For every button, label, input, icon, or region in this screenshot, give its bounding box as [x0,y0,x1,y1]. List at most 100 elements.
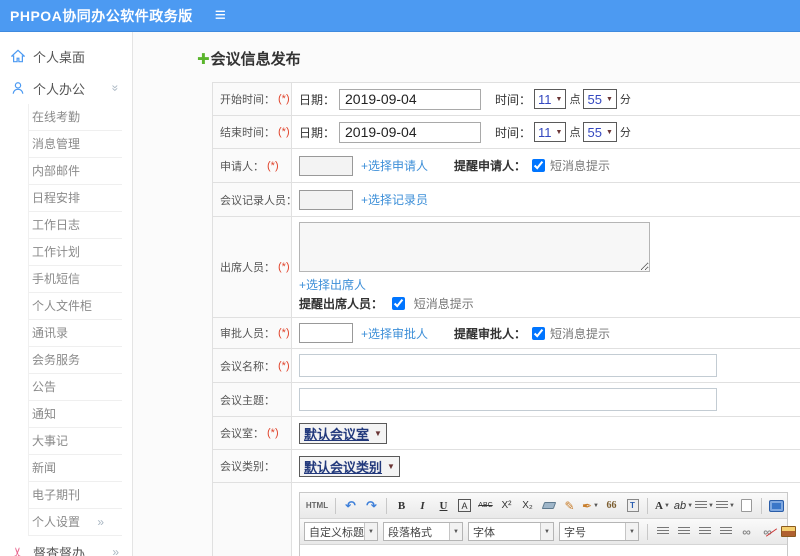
paragraph-format-select[interactable]: 段落格式 ▼ [383,522,463,541]
meeting-topic-input[interactable] [299,388,717,411]
applicant-sms-checkbox[interactable] [532,159,546,172]
sidebar-subitem-schedule[interactable]: 日程安排 [29,185,122,212]
sidebar-item-label: 督查督办 [33,545,86,556]
form-row-meeting-name: 会议名称： (*) [213,349,800,383]
form-row-meeting-topic: 会议主题： [213,383,800,417]
sidebar-item-personal-office[interactable]: 个人办公 » [0,72,132,104]
page-title: ✚ 会议信息发布 [197,48,800,69]
subscript-button[interactable]: X₂ [518,497,537,515]
font-size-select[interactable]: 字号 ▼ [559,522,639,541]
sidebar-subitem-work-log[interactable]: 工作日志 [29,212,122,239]
sidebar-subitem-work-plan[interactable]: 工作计划 [29,239,122,266]
sidebar-subitem-memorabilia[interactable]: 大事记 [29,428,122,455]
bold-button[interactable]: B [392,497,411,515]
sidebar-subitem-notice[interactable]: 通知 [29,401,122,428]
undo-button[interactable]: ↶ [341,497,360,515]
page-title-text: 会议信息发布 [210,51,301,68]
remind-approver-label: 提醒审批人： [454,326,527,341]
meeting-room-select[interactable]: 默认会议室 ▼ [299,422,387,444]
format-painter-icon[interactable]: ✎ [560,497,579,515]
align-right-icon[interactable] [695,523,714,541]
select-applicant-link[interactable]: +选择申请人 [361,157,428,174]
align-center-icon[interactable] [674,523,693,541]
remove-format-eraser-icon[interactable] [539,497,558,515]
sidebar-subitem-file-cabinet[interactable]: 个人文件柜 [29,293,122,320]
approver-sms-checkbox[interactable] [532,326,546,340]
ordered-list-button[interactable]: ▼ [695,497,714,515]
sidebar-subitem-announcement[interactable]: 公告 [29,374,122,401]
hour-suffix: 点 [569,127,581,139]
auto-typeset-icon[interactable]: ✒ ▼ [581,497,600,515]
insert-image-icon[interactable] [779,523,798,541]
custom-title-select[interactable]: 自定义标题 ▼ [304,522,378,541]
date-label: 日期： [299,125,336,140]
select-approver-link[interactable]: +选择审批人 [361,325,428,342]
italic-button[interactable]: I [413,497,432,515]
editor-content-area[interactable] [300,545,787,556]
scissors-icon: ✂ [9,546,26,556]
font-color-button[interactable]: A ▼ [653,497,672,515]
app-header: PHPOA协同办公软件政务版 ≡ [0,0,800,32]
chevron-right-icon: » [112,545,119,556]
select-attendees-link[interactable]: +选择出席人 [299,276,366,293]
unordered-list-button[interactable]: ▼ [716,497,735,515]
superscript-button[interactable]: X² [497,497,516,515]
sidebar-subitem-personal-settings[interactable]: 个人设置 » [29,509,122,536]
meeting-category-select[interactable]: 默认会议类别 ▼ [299,455,400,477]
select-recorder-link[interactable]: +选择记录员 [361,191,428,208]
recorder-input[interactable] [299,189,353,210]
underline-button[interactable]: U [434,497,453,515]
sidebar: 个人桌面 个人办公 » 在线考勤 消息管理 内部邮件 日程安排 工作日志 工作计… [0,32,133,556]
minute-suffix: 分 [619,94,631,106]
strikethrough-button[interactable]: ABC [476,497,495,515]
sidebar-subitem-contacts[interactable]: 通讯录 [29,320,122,347]
sidebar-subitem-meeting-service[interactable]: 会务服务 [29,347,122,374]
sidebar-subitem-attendance[interactable]: 在线考勤 [29,104,122,131]
char-border-button[interactable]: A [455,497,474,515]
sidebar-item-label: 个人办公 [33,81,86,97]
sidebar-item-supervision[interactable]: ✂ 督查督办 » [0,536,132,556]
remind-attendees-label: 提醒出席人员： [299,297,384,311]
form-row-meeting-category: 会议类别： 默认会议类别 ▼ [213,450,800,483]
remove-link-icon[interactable]: ∞ [758,523,777,541]
sidebar-subitem-e-journal[interactable]: 电子期刊 [29,482,122,509]
meeting-form: 开始时间：(*) 日期： 时间： 11▼ 点 55▼ 分 结束时间：(*) [212,82,800,556]
field-label: 会议室： (*) [213,417,292,449]
align-justify-icon[interactable] [716,523,735,541]
sidebar-item-personal-desktop[interactable]: 个人桌面 [0,40,132,72]
start-date-input[interactable] [339,88,482,110]
sidebar-subitem-internal-mail[interactable]: 内部邮件 [29,158,122,185]
start-hour-select[interactable]: 11 ▼ [534,89,567,109]
field-label: 会议名称： (*) [213,349,292,382]
end-date-input[interactable] [339,121,482,143]
new-page-icon[interactable] [737,497,756,515]
form-row-recorder: 会议记录人员：(*) +选择记录员 [213,183,800,217]
hamburger-menu-icon[interactable]: ≡ [215,6,226,25]
sidebar-subitem-sms[interactable]: 手机短信 [29,266,122,293]
form-row-content-editor: HTML ↶ ↷ B I U A ABC X² X₂ ✎ ✒ ▼ 66 T A … [213,483,800,556]
insert-link-icon[interactable]: ∞ [737,523,756,541]
blockquote-button[interactable]: 66 [602,497,621,515]
field-label: 审批人员： (*) [213,318,292,348]
sidebar-subitem-news[interactable]: 新闻 [29,455,122,482]
meeting-name-input[interactable] [299,354,717,377]
select-arrow-icon: ▼ [364,523,377,540]
attendees-textarea[interactable] [299,222,650,272]
align-left-icon[interactable] [653,523,672,541]
highlight-color-button[interactable]: ab ▼ [674,497,693,515]
fullscreen-icon[interactable] [767,497,786,515]
applicant-input[interactable] [299,155,353,176]
font-family-select[interactable]: 字体 ▼ [468,522,554,541]
editor-toolbar-row1: HTML ↶ ↷ B I U A ABC X² X₂ ✎ ✒ ▼ 66 T A … [300,493,787,519]
minute-suffix: 分 [619,127,631,139]
approver-input[interactable] [299,323,353,343]
select-arrow-icon: ▼ [540,523,553,540]
end-hour-select[interactable]: 11 ▼ [534,122,567,142]
html-source-button[interactable]: HTML [304,497,330,515]
attendees-sms-checkbox[interactable] [392,297,406,310]
end-minute-select[interactable]: 55 ▼ [583,122,617,142]
sidebar-subitem-messages[interactable]: 消息管理 [29,131,122,158]
start-minute-select[interactable]: 55 ▼ [583,89,617,109]
redo-button[interactable]: ↷ [362,497,381,515]
paste-text-icon[interactable]: T [623,497,642,515]
